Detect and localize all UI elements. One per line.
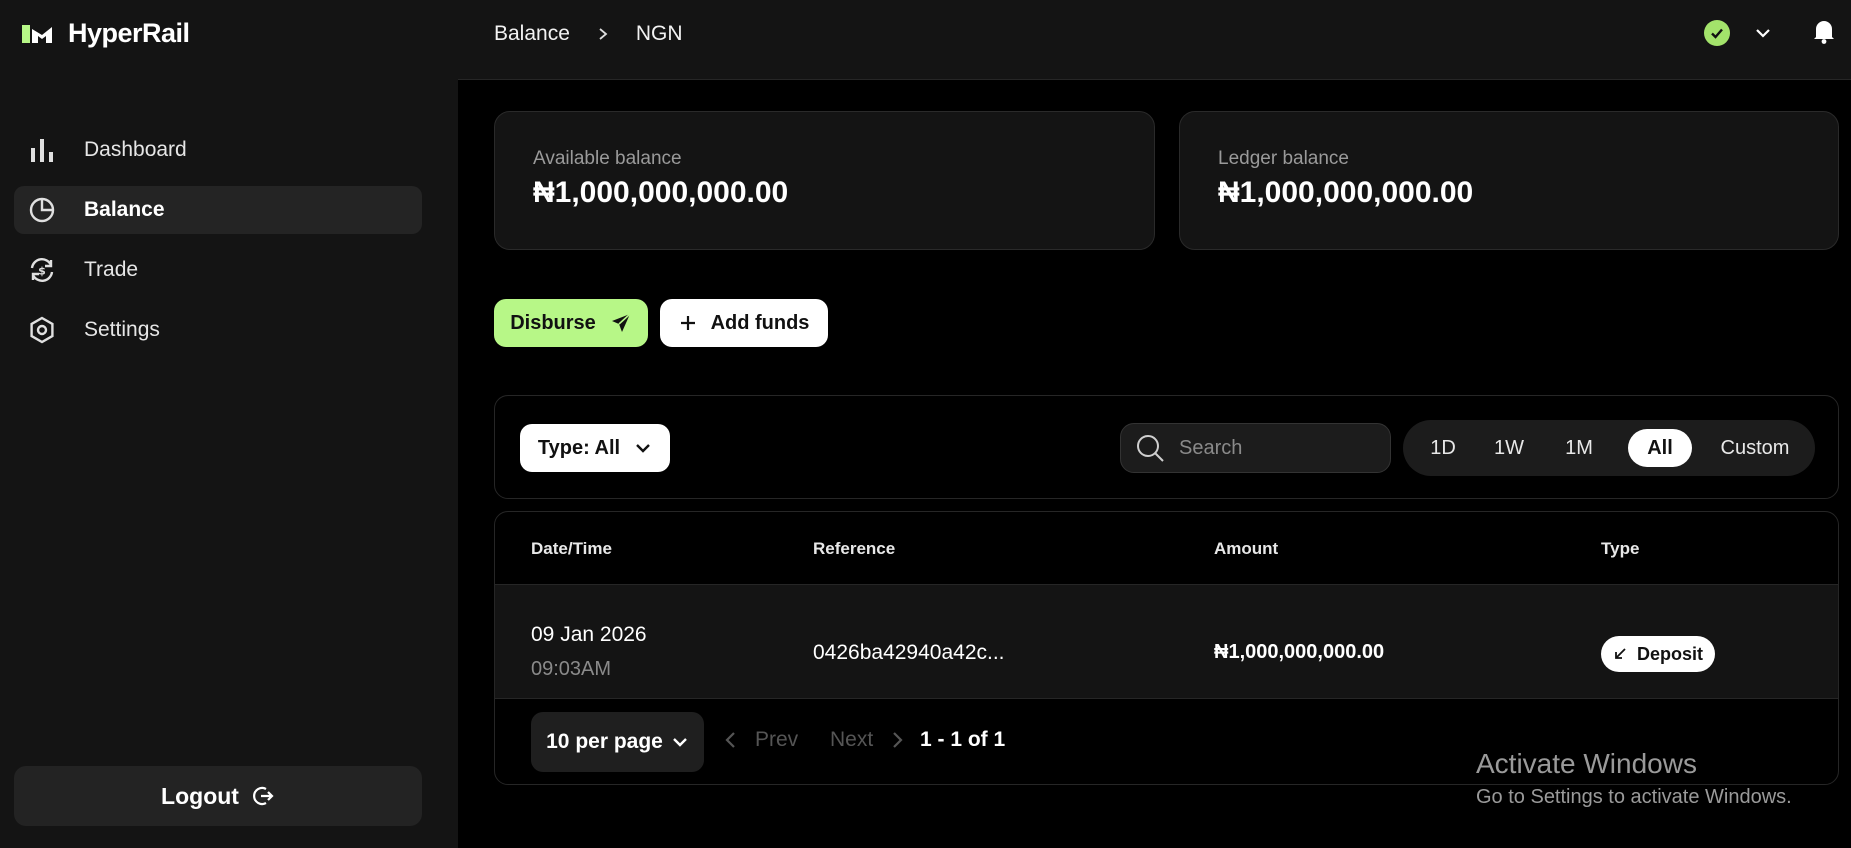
windows-activation-watermark: Activate Windows Go to Settings to activ… [1476, 748, 1792, 809]
type-badge: Deposit [1601, 636, 1715, 672]
available-balance-label: Available balance [533, 148, 682, 169]
sidebar-item-trade[interactable]: $ Trade [14, 246, 422, 294]
bar-chart-icon [31, 139, 53, 162]
chevron-left-icon [725, 732, 735, 748]
sidebar: HyperRail Dashboard Balance $ Trade Sett… [0, 0, 458, 848]
chevron-right-icon [599, 28, 608, 40]
range-all-button[interactable]: All [1628, 429, 1692, 467]
disburse-button[interactable]: Disburse [494, 299, 648, 347]
per-page-label: 10 per page [546, 730, 663, 753]
svg-text:$: $ [38, 265, 46, 278]
sidebar-item-settings[interactable]: Settings [14, 306, 422, 354]
exchange-icon: $ [30, 258, 54, 282]
breadcrumb: Balance NGN [494, 20, 683, 48]
date-range-selector: 1D 1W 1M All Custom [1403, 420, 1815, 476]
column-header-datetime: Date/Time [531, 539, 612, 558]
send-icon [611, 313, 631, 332]
disburse-label: Disburse [510, 311, 596, 334]
available-balance-value: ₦1,000,000,000.00 [533, 176, 789, 209]
app-logo[interactable]: HyperRail [22, 18, 190, 49]
app-name: HyperRail [68, 18, 190, 48]
sidebar-nav: Dashboard Balance $ Trade Settings [14, 126, 422, 366]
hexagon-settings-icon [30, 316, 54, 344]
prev-label: Prev [755, 728, 799, 751]
type-filter-dropdown[interactable]: Type: All [520, 424, 670, 472]
breadcrumb-ngn: NGN [635, 22, 683, 45]
column-header-type: Type [1601, 539, 1640, 558]
filter-bar: Type: All 1D 1W 1M All Custom [494, 395, 1839, 499]
check-icon [1711, 28, 1723, 39]
ledger-balance-card: Ledger balance ₦1,000,000,000.00 [1179, 111, 1839, 250]
search-input[interactable] [1179, 436, 1369, 460]
chevron-right-icon [893, 732, 903, 748]
pie-chart-icon [29, 197, 55, 223]
chevron-down-icon [636, 444, 650, 453]
range-custom-button[interactable]: Custom [1703, 429, 1807, 467]
plus-icon [680, 316, 695, 330]
chevron-down-icon [673, 738, 687, 747]
sidebar-item-dashboard[interactable]: Dashboard [14, 126, 422, 174]
arrow-down-left-icon [1615, 648, 1626, 659]
type-badge-label: Deposit [1636, 643, 1703, 664]
logo-mark-icon [22, 24, 52, 43]
sidebar-item-balance[interactable]: Balance [14, 186, 422, 234]
column-header-amount: Amount [1214, 539, 1279, 558]
range-1m-button[interactable]: 1M [1549, 429, 1609, 467]
add-funds-button[interactable]: Add funds [660, 299, 828, 347]
next-page-button[interactable]: Next [830, 728, 907, 752]
logout-icon [253, 786, 274, 806]
range-1d-button[interactable]: 1D [1415, 429, 1471, 467]
range-1w-button[interactable]: 1W [1479, 429, 1539, 467]
transactions-table: Date/Time Reference Amount Type 09 Jan 2… [494, 511, 1839, 785]
column-header-reference: Reference [813, 539, 896, 558]
pagination-info: 1 - 1 of 1 [920, 728, 1006, 751]
breadcrumb-balance[interactable]: Balance [494, 22, 570, 46]
chevron-down-icon[interactable] [1754, 24, 1772, 42]
sidebar-item-label: Balance [84, 198, 165, 221]
per-page-dropdown[interactable]: 10 per page [531, 712, 704, 772]
ledger-balance-value: ₦1,000,000,000.00 [1218, 176, 1474, 209]
ledger-balance-label: Ledger balance [1218, 148, 1349, 169]
next-label: Next [830, 728, 874, 751]
available-balance-card: Available balance ₦1,000,000,000.00 [494, 111, 1155, 250]
row-amount: ₦1,000,000,000.00 [1214, 641, 1385, 663]
watermark-title: Activate Windows [1476, 748, 1697, 779]
watermark-subtitle: Go to Settings to activate Windows. [1476, 786, 1792, 808]
status-check-icon[interactable] [1704, 20, 1730, 46]
add-funds-label: Add funds [710, 311, 810, 334]
topbar: Balance NGN [458, 0, 1851, 80]
logout-button[interactable]: Logout [14, 766, 422, 826]
search-box[interactable] [1120, 423, 1391, 473]
table-row[interactable]: 09 Jan 2026 09:03AM 0426ba42940a42c... ₦… [495, 585, 1838, 699]
prev-page-button[interactable]: Prev [721, 728, 798, 752]
row-date: 09 Jan 2026 [531, 623, 647, 646]
bell-icon[interactable] [1812, 18, 1836, 44]
row-reference[interactable]: 0426ba42940a42c... [813, 641, 1005, 665]
sidebar-item-label: Dashboard [84, 138, 187, 161]
row-time: 09:03AM [531, 658, 612, 680]
sidebar-item-label: Trade [84, 258, 139, 281]
sidebar-item-label: Settings [84, 318, 160, 341]
type-filter-label: Type: All [537, 436, 621, 459]
table-header: Date/Time Reference Amount Type [495, 512, 1838, 585]
search-icon [1137, 435, 1164, 462]
logout-label: Logout [161, 782, 239, 809]
